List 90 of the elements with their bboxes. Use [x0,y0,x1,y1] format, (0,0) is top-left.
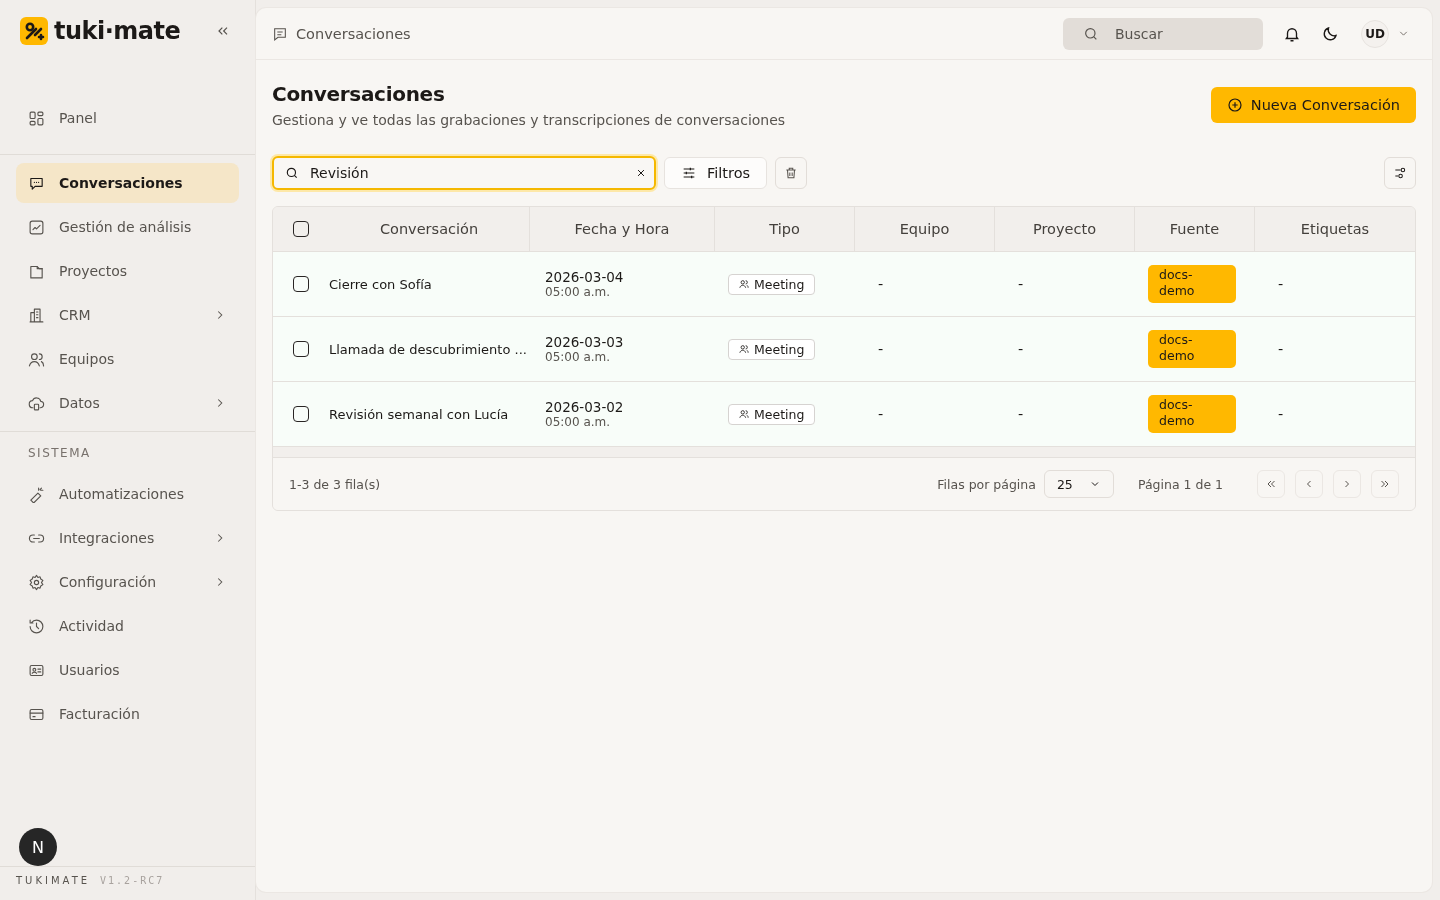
source-tag: docs-demo [1148,265,1236,303]
gear-icon [28,573,45,591]
column-header[interactable]: Proyecto [994,207,1134,251]
close-icon[interactable] [636,168,646,178]
time-text: 05:00 a.m. [545,415,611,429]
table-cell: - [1018,406,1024,422]
time-text: 05:00 a.m. [545,350,611,364]
source-tag: docs-demo [1148,395,1236,433]
double-chevron-right-icon [1379,478,1391,490]
checkbox[interactable] [293,276,309,292]
column-header[interactable]: Equipo [854,207,994,251]
table-cell: Revisión semanal con Lucía [329,406,509,422]
column-header[interactable]: Conversación [329,207,529,251]
section-heading: SISTEMA [27,445,92,462]
nav-item[interactable]: Datos [16,383,239,423]
double-chevron-left-icon [1265,478,1277,490]
search-field[interactable]: Revisión [272,156,656,190]
date-text: 2026-03-03 [545,334,624,350]
nav-item[interactable]: Facturación [16,694,239,734]
nav-item[interactable]: Proyectos [16,251,239,291]
date-text: 2026-03-02 [545,399,624,415]
type-tag: Meeting [728,338,816,360]
nav-item[interactable]: Integraciones [16,518,239,558]
type-tag: Meeting [728,403,816,425]
nav-item[interactable]: Gestión de análisis [16,207,239,247]
date-text: 2026-03-04 [545,269,624,285]
table-cell: - [878,341,884,357]
nav-item[interactable]: Usuarios [16,650,239,690]
search-icon [1083,25,1099,42]
table-cell: - [878,406,884,422]
type-tag: Meeting [728,273,816,295]
nav-item[interactable]: CRM [16,295,239,335]
nav-item[interactable]: Panel [16,98,239,138]
clock-icon [28,617,45,635]
people-icon [739,344,749,354]
page-title: Conversaciones [272,82,446,106]
user-avatar[interactable]: UD [1361,19,1389,48]
logo-icon [20,17,48,45]
people-icon [739,279,749,289]
filters-button[interactable]: Filtros [664,157,768,189]
rows-per-page-label: Filas por página [937,476,1036,492]
page-indicator: Página 1 de 1 [1137,476,1223,492]
nav-item[interactable]: Conversaciones [16,163,239,203]
wand-icon [28,485,45,503]
footer-brand: TUKIMATE [16,875,91,886]
logo-text: tuki·mate [54,17,181,45]
trash-icon [784,166,799,180]
table-cell: - [1018,341,1024,357]
table-cell: Llamada de descubrimiento ... [329,341,527,357]
source-tag: docs-demo [1148,330,1236,368]
rows-summary: 1-3 de 3 fila(s) [289,476,381,492]
grid-icon [28,109,45,127]
floating-badge[interactable]: N [19,828,57,866]
search-icon [285,166,299,180]
cloud-icon [28,394,45,412]
rows-per-page-select[interactable]: 25 [1043,470,1114,498]
nav-item[interactable]: Automatizaciones [16,474,239,514]
checkbox[interactable] [293,406,309,422]
column-header[interactable]: Fuente [1134,207,1254,251]
new-conversation-button[interactable]: Nueva Conversación [1210,87,1416,123]
people-icon [739,409,749,419]
column-header[interactable]: Tipo [714,207,854,251]
table-cell: - [1278,276,1284,292]
chart-icon [28,218,45,236]
version-text: V1.2-RC7 [100,875,165,886]
table-cell: Cierre con Sofía [329,276,432,292]
view-settings-button[interactable] [1384,157,1416,189]
table-cell: - [878,276,884,292]
breadcrumb: Conversaciones [296,25,411,42]
column-header[interactable]: Fecha y Hora [529,207,714,251]
table-cell: - [1278,341,1284,357]
column-header[interactable]: Etiquetas [1254,207,1415,251]
nav-item[interactable]: Equipos [16,339,239,379]
nav-item[interactable]: Actividad [16,606,239,646]
search-field[interactable]: Buscar [1063,17,1263,50]
sliders-icon [681,165,697,181]
moon-icon[interactable] [1321,24,1339,43]
checkbox[interactable] [293,221,309,237]
table-cell: - [1018,276,1024,292]
page-subtitle: Gestiona y ve todas las grabaciones y transcripciones de conversaciones [272,112,786,128]
plus-circle-icon [1226,97,1243,113]
nav-item[interactable]: Configuración [16,562,239,602]
checkbox[interactable] [293,341,309,357]
message-icon [272,25,288,42]
building-icon [28,306,45,324]
people-icon [28,350,45,368]
table-cell: - [1278,406,1284,422]
delete-button[interactable] [775,157,808,189]
sliders-icon [1393,166,1407,180]
time-text: 05:00 a.m. [545,285,611,299]
